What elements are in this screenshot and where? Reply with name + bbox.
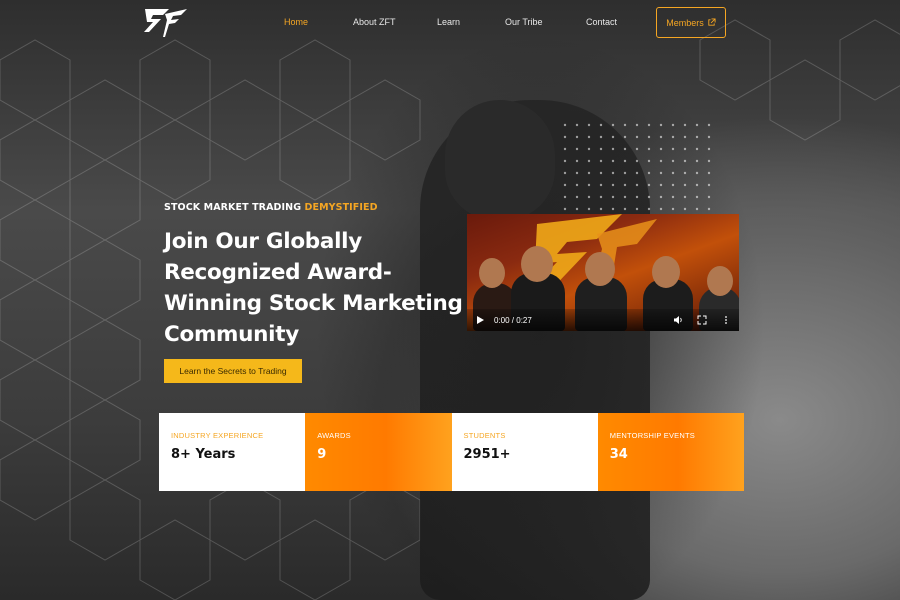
- play-icon[interactable]: [475, 315, 485, 325]
- more-options-icon[interactable]: [721, 315, 731, 325]
- members-label: Members: [666, 17, 704, 28]
- stat-value: 2951+: [463, 447, 511, 462]
- promo-video-player[interactable]: 0:00 / 0:27: [467, 214, 739, 331]
- learn-secrets-button[interactable]: Learn the Secrets to Trading: [164, 359, 302, 383]
- nav-item-our-tribe[interactable]: Our Tribe: [505, 17, 543, 27]
- stat-mentorship-events: MENTORSHIP EVENTS 34: [597, 413, 744, 491]
- hero-eyebrow: STOCK MARKET TRADING DEMYSTIFIED: [164, 202, 378, 213]
- video-controls: 0:00 / 0:27: [467, 309, 739, 331]
- stat-label: AWARDS: [317, 431, 351, 440]
- eyebrow-main: STOCK MARKET TRADING: [164, 202, 302, 213]
- external-link-icon: [708, 18, 716, 26]
- video-person-4-head: [652, 256, 680, 288]
- stat-awards: AWARDS 9: [305, 413, 452, 491]
- eyebrow-highlight: DEMYSTIFIED: [304, 202, 378, 213]
- video-time: 0:00 / 0:27: [494, 315, 532, 325]
- nav-item-about-zft[interactable]: About ZFT: [353, 17, 396, 27]
- stat-label: MENTORSHIP EVENTS: [609, 431, 695, 440]
- video-person-3-head: [585, 252, 615, 286]
- main-nav: Home About ZFT Learn Our Tribe Contact M…: [0, 0, 900, 45]
- background-person-head: [445, 100, 555, 220]
- volume-icon[interactable]: [673, 315, 683, 325]
- hero-headline: Join Our Globally Recognized Award-Winni…: [164, 229, 463, 347]
- stat-value: 34: [609, 447, 628, 462]
- stats-bar: INDUSTRY EXPERIENCE 8+ Years AWARDS 9 ST…: [159, 413, 744, 491]
- members-button[interactable]: Members: [656, 7, 726, 38]
- video-person-2-head: [521, 246, 553, 282]
- stat-label: STUDENTS: [463, 431, 506, 440]
- nav-item-learn[interactable]: Learn: [437, 17, 460, 27]
- stat-industry-experience: INDUSTRY EXPERIENCE 8+ Years: [159, 413, 306, 491]
- video-person-5-head: [707, 266, 733, 296]
- stat-value: 9: [317, 447, 327, 462]
- nav-item-home[interactable]: Home: [284, 17, 308, 27]
- stat-label: INDUSTRY EXPERIENCE: [171, 431, 264, 440]
- video-person-1-head: [479, 258, 505, 288]
- nav-item-contact[interactable]: Contact: [586, 17, 617, 27]
- stat-value: 8+ Years: [171, 447, 236, 462]
- stat-students: STUDENTS 2951+: [451, 413, 598, 491]
- fullscreen-icon[interactable]: [697, 315, 707, 325]
